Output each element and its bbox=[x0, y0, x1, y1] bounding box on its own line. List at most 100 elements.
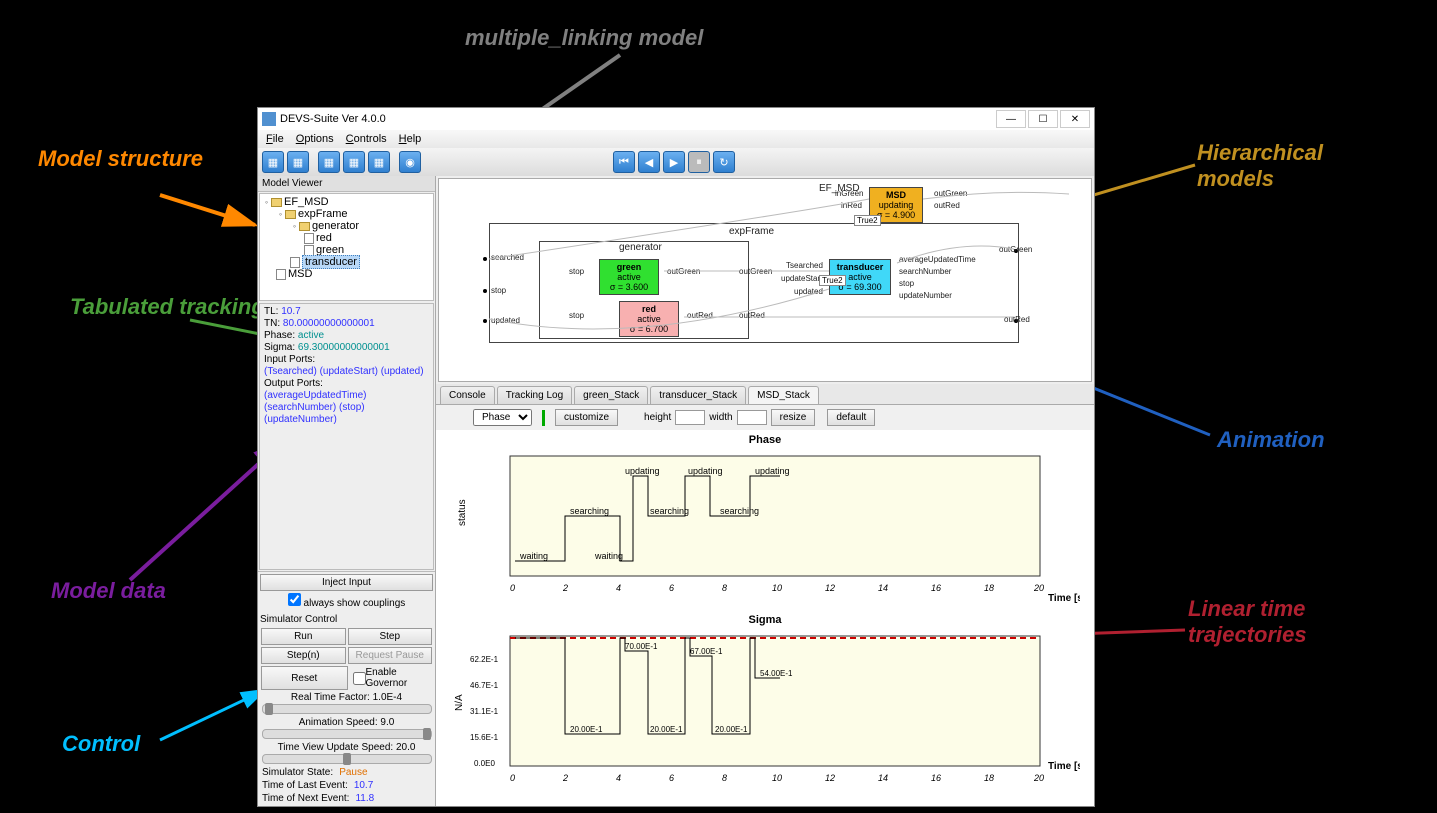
enable-governor-checkbox[interactable] bbox=[353, 672, 366, 685]
tree-generator[interactable]: generator bbox=[312, 220, 359, 232]
svg-text:searching: searching bbox=[650, 506, 689, 516]
red-atomic[interactable]: red active σ = 6.700 bbox=[619, 301, 679, 337]
pause-button[interactable]: ⏸ bbox=[688, 151, 710, 173]
svg-text:Time [se: Time [se bbox=[1048, 761, 1080, 772]
toolbar-btn-1[interactable]: ▦ bbox=[262, 151, 284, 173]
tvus-slider[interactable] bbox=[262, 754, 432, 764]
sigma-chart: Sigma 20.00E-1 70.00E-1 20.00E-1 67.00E-… bbox=[440, 614, 1090, 796]
svg-text:18: 18 bbox=[984, 583, 994, 593]
menu-controls[interactable]: Controls bbox=[340, 133, 393, 145]
tree-expframe[interactable]: expFrame bbox=[298, 208, 348, 220]
reset-button[interactable]: Reset bbox=[261, 666, 348, 690]
annotation-control: Control bbox=[62, 731, 140, 757]
toolbar-btn-5[interactable]: ▦ bbox=[368, 151, 390, 173]
svg-text:12: 12 bbox=[825, 773, 835, 783]
width-input[interactable] bbox=[737, 410, 767, 425]
inject-input-button[interactable]: Inject Input bbox=[260, 574, 433, 591]
menu-options[interactable]: Options bbox=[290, 133, 340, 145]
right-pane: EF_MSD expFrame generator green active σ… bbox=[436, 176, 1094, 806]
svg-text:searching: searching bbox=[720, 506, 759, 516]
left-pane: Model Viewer ◦EF_MSD ◦expFrame ◦generato… bbox=[258, 176, 436, 806]
annotation-linear-time: Linear time trajectories bbox=[1188, 596, 1388, 648]
tree-transducer[interactable]: transducer bbox=[302, 255, 360, 269]
customize-button[interactable]: customize bbox=[555, 409, 618, 426]
tab-green-stack[interactable]: green_Stack bbox=[574, 386, 648, 404]
svg-text:67.00E-1: 67.00E-1 bbox=[690, 647, 723, 656]
toolbar: ▦ ▦ ▦ ▦ ▦ ◉ ⏮ ◀ ▶ ⏸ ↻ bbox=[258, 148, 1094, 176]
tab-msd-stack[interactable]: MSD_Stack bbox=[748, 386, 819, 404]
anim-speed-slider[interactable] bbox=[262, 729, 432, 739]
phase-dropdown[interactable]: Phase bbox=[473, 409, 532, 426]
rtf-slider[interactable] bbox=[262, 704, 432, 714]
toolbar-btn-3[interactable]: ▦ bbox=[318, 151, 340, 173]
tab-transducer-stack[interactable]: transducer_Stack bbox=[650, 386, 746, 404]
app-window: DEVS-Suite Ver 4.0.0 — ☐ ✕ File Options … bbox=[257, 107, 1095, 807]
tree-msd[interactable]: MSD bbox=[288, 268, 312, 280]
annotation-model-data: Model data bbox=[51, 578, 166, 604]
svg-text:20: 20 bbox=[1033, 583, 1044, 593]
minimize-button[interactable]: — bbox=[996, 110, 1026, 128]
menu-help[interactable]: Help bbox=[393, 133, 428, 145]
svg-text:8: 8 bbox=[722, 773, 727, 783]
toolbar-btn-4[interactable]: ▦ bbox=[343, 151, 365, 173]
play-button[interactable]: ▶ bbox=[663, 151, 685, 173]
svg-text:15.6E-1: 15.6E-1 bbox=[470, 733, 499, 742]
svg-text:0: 0 bbox=[510, 773, 515, 783]
md-phase: active bbox=[298, 330, 324, 341]
step-button[interactable]: Step bbox=[348, 628, 433, 645]
svg-text:20.00E-1: 20.00E-1 bbox=[715, 725, 748, 734]
svg-text:70.00E-1: 70.00E-1 bbox=[625, 642, 658, 651]
svg-text:0.0E0: 0.0E0 bbox=[474, 759, 495, 768]
annotation-model-structure: Model structure bbox=[38, 146, 203, 172]
svg-text:54.00E-1: 54.00E-1 bbox=[760, 669, 793, 678]
next-event: 11.8 bbox=[355, 793, 374, 804]
md-input-ports: (Tsearched) (updateStart) (updated) bbox=[264, 366, 429, 378]
svg-text:N/A: N/A bbox=[454, 694, 465, 711]
tab-tracking-log[interactable]: Tracking Log bbox=[497, 386, 572, 404]
charts-area: Phase waiting searching waiting updating… bbox=[436, 430, 1094, 806]
tree-root[interactable]: EF_MSD bbox=[284, 196, 329, 208]
default-button[interactable]: default bbox=[827, 409, 875, 426]
phase-chart: Phase waiting searching waiting updating… bbox=[440, 434, 1090, 606]
rewind-button[interactable]: ⏮ bbox=[613, 151, 635, 173]
tree-red[interactable]: red bbox=[316, 232, 332, 244]
svg-text:4: 4 bbox=[616, 583, 621, 593]
chart-controls: Phase customize height width resize defa… bbox=[436, 405, 1094, 430]
reload-button[interactable]: ↻ bbox=[713, 151, 735, 173]
sim-view[interactable]: EF_MSD expFrame generator green active σ… bbox=[438, 178, 1092, 382]
menubar: File Options Controls Help bbox=[258, 130, 1094, 148]
toolbar-btn-2[interactable]: ▦ bbox=[287, 151, 309, 173]
always-show-couplings-checkbox[interactable] bbox=[288, 593, 301, 606]
model-tree[interactable]: ◦EF_MSD ◦expFrame ◦generator red green t… bbox=[259, 193, 434, 301]
svg-text:updating: updating bbox=[688, 466, 723, 476]
stepn-button[interactable]: Step(n) bbox=[261, 647, 346, 664]
svg-text:8: 8 bbox=[722, 583, 727, 593]
close-button[interactable]: ✕ bbox=[1060, 110, 1090, 128]
run-button[interactable]: Run bbox=[261, 628, 346, 645]
menu-file[interactable]: File bbox=[260, 133, 290, 145]
request-pause-button[interactable]: Request Pause bbox=[348, 647, 433, 664]
rtf-label: Real Time Factor: 1.0E-4 bbox=[260, 691, 433, 704]
svg-text:16: 16 bbox=[931, 773, 941, 783]
tab-console[interactable]: Console bbox=[440, 386, 495, 404]
svg-text:10: 10 bbox=[772, 583, 782, 593]
window-title: DEVS-Suite Ver 4.0.0 bbox=[280, 113, 386, 125]
svg-text:2: 2 bbox=[562, 583, 568, 593]
svg-text:14: 14 bbox=[878, 583, 888, 593]
svg-text:Time [se: Time [se bbox=[1048, 593, 1080, 604]
height-input[interactable] bbox=[675, 410, 705, 425]
maximize-button[interactable]: ☐ bbox=[1028, 110, 1058, 128]
annotation-hierarchical-models: Hierarchical models bbox=[1197, 140, 1397, 192]
back-button[interactable]: ◀ bbox=[638, 151, 660, 173]
svg-text:31.1E-1: 31.1E-1 bbox=[470, 707, 499, 716]
green-atomic[interactable]: green active σ = 3.600 bbox=[599, 259, 659, 295]
svg-text:62.2E-1: 62.2E-1 bbox=[470, 655, 499, 664]
svg-text:10: 10 bbox=[772, 773, 782, 783]
toolbar-btn-6[interactable]: ◉ bbox=[399, 151, 421, 173]
svg-text:14: 14 bbox=[878, 773, 888, 783]
svg-text:searching: searching bbox=[570, 506, 609, 516]
resize-button[interactable]: resize bbox=[771, 409, 816, 426]
svg-text:2: 2 bbox=[562, 773, 568, 783]
svg-text:20.00E-1: 20.00E-1 bbox=[570, 725, 603, 734]
svg-text:4: 4 bbox=[616, 773, 621, 783]
